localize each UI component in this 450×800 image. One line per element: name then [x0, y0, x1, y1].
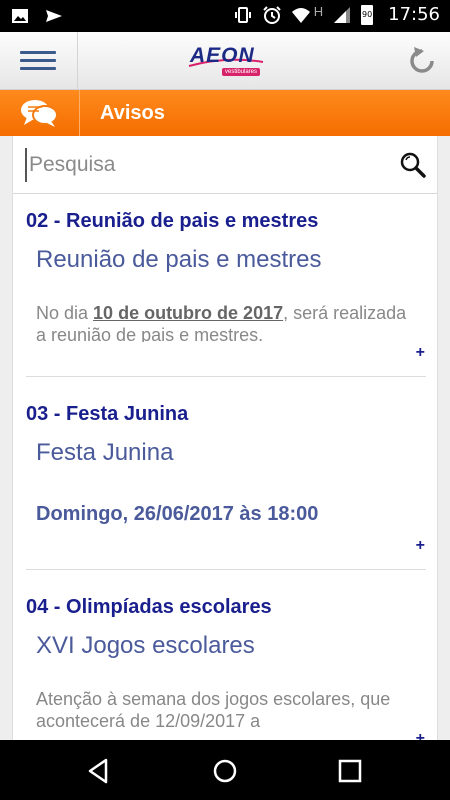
battery-icon: 90: [361, 4, 374, 25]
notice-body: Atenção à semana dos jogos escolares, qu…: [36, 689, 391, 728]
logo-tagline: vestibulares: [222, 68, 261, 76]
app-bar: AEON vestibulares: [0, 32, 450, 90]
search-bar: [13, 136, 437, 194]
signal-icon: [334, 6, 351, 23]
notice-body: No dia 10 de outubro de 2017, será reali…: [36, 303, 407, 342]
search-input[interactable]: [25, 148, 375, 182]
chat-button[interactable]: [0, 90, 80, 136]
notice-subtitle: XVI Jogos escolares: [36, 632, 255, 659]
send-icon: [46, 10, 62, 22]
divider: [26, 569, 426, 570]
navigation-bar: [0, 740, 450, 800]
recents-icon[interactable]: [335, 756, 365, 786]
chat-icon: [21, 100, 58, 127]
refresh-button[interactable]: [404, 43, 440, 79]
status-bar: H 90 17:56: [0, 0, 450, 32]
notice-subtitle: Festa Junina: [36, 439, 174, 466]
logo-text: AEON: [190, 44, 255, 67]
notice-title: 04 - Olimpíadas escolares: [26, 596, 272, 618]
notice-title: 03 - Festa Junina: [26, 403, 189, 425]
notice-subtitle: Reunião de pais e mestres: [36, 246, 322, 273]
network-type-label: H: [313, 4, 324, 19]
battery-level: 90: [362, 9, 373, 19]
notice-body-highlight: 10 de outubro de 2017: [93, 303, 284, 323]
search-icon: [400, 152, 426, 178]
refresh-icon: [410, 47, 434, 73]
home-icon[interactable]: [210, 756, 240, 786]
section-header: Avisos: [0, 90, 450, 136]
notice-date: Domingo, 26/06/2017 às 18:00: [36, 503, 319, 525]
expand-button[interactable]: +: [416, 730, 425, 740]
divider: [26, 376, 426, 377]
notices-card: 02 - Reunião de pais e mestres Reunião d…: [12, 136, 438, 740]
menu-button[interactable]: [0, 32, 78, 90]
app-logo: AEON vestibulares: [188, 44, 264, 78]
search-button[interactable]: [399, 151, 427, 179]
back-icon[interactable]: [84, 756, 114, 786]
image-icon: [12, 9, 28, 23]
expand-button[interactable]: +: [416, 537, 425, 555]
section-title: Avisos: [100, 102, 165, 124]
vibrate-icon: [234, 6, 251, 23]
expand-button[interactable]: +: [416, 344, 425, 362]
alarm-icon: [263, 5, 281, 24]
notice-title: 02 - Reunião de pais e mestres: [26, 210, 319, 232]
wifi-icon: [291, 7, 310, 23]
status-time: 17:56: [388, 4, 440, 25]
